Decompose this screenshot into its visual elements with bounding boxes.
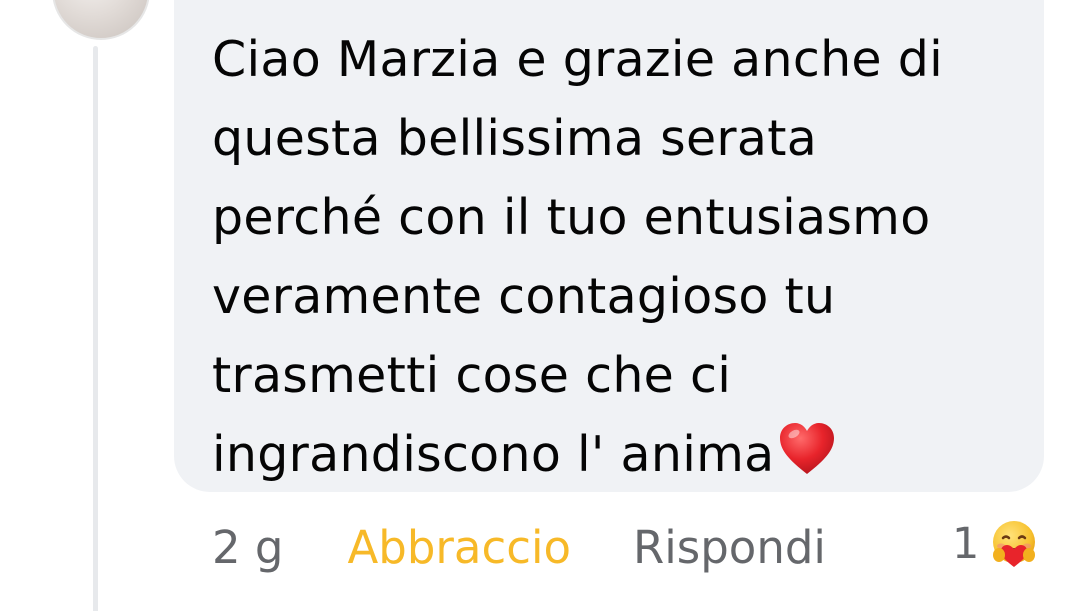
reaction-summary[interactable]: 1 [952, 509, 1041, 579]
comment-view: Ciao Marzia e grazie anche di questa bel… [0, 0, 1080, 611]
avatar[interactable] [52, 0, 150, 40]
thread-line [93, 46, 98, 611]
comment-line-last: ingrandiscono l' anima [212, 415, 1012, 494]
red-heart-icon [779, 423, 834, 474]
reaction-button[interactable]: Abbraccio [348, 521, 572, 574]
reply-button[interactable]: Rispondi [633, 521, 826, 574]
comment-timestamp[interactable]: 2 g [212, 521, 284, 574]
comment-actions: 2 g Abbraccio Rispondi [212, 512, 826, 582]
comment-line: Ciao Marzia e grazie anche di [212, 31, 944, 88]
comment-line: questa bellissima serata [212, 110, 818, 167]
comment-line: trasmetti cose che ci [212, 347, 732, 404]
comment-text: Ciao Marzia e grazie anche di questa bel… [212, 20, 1012, 494]
comment-line: ingrandiscono l' anima [212, 426, 775, 483]
comment-line: veramente contagioso tu [212, 268, 836, 325]
hug-emoji-icon [993, 521, 1036, 567]
comment-line: perché con il tuo entusiasmo [212, 189, 931, 246]
reaction-count: 1 [952, 519, 980, 569]
